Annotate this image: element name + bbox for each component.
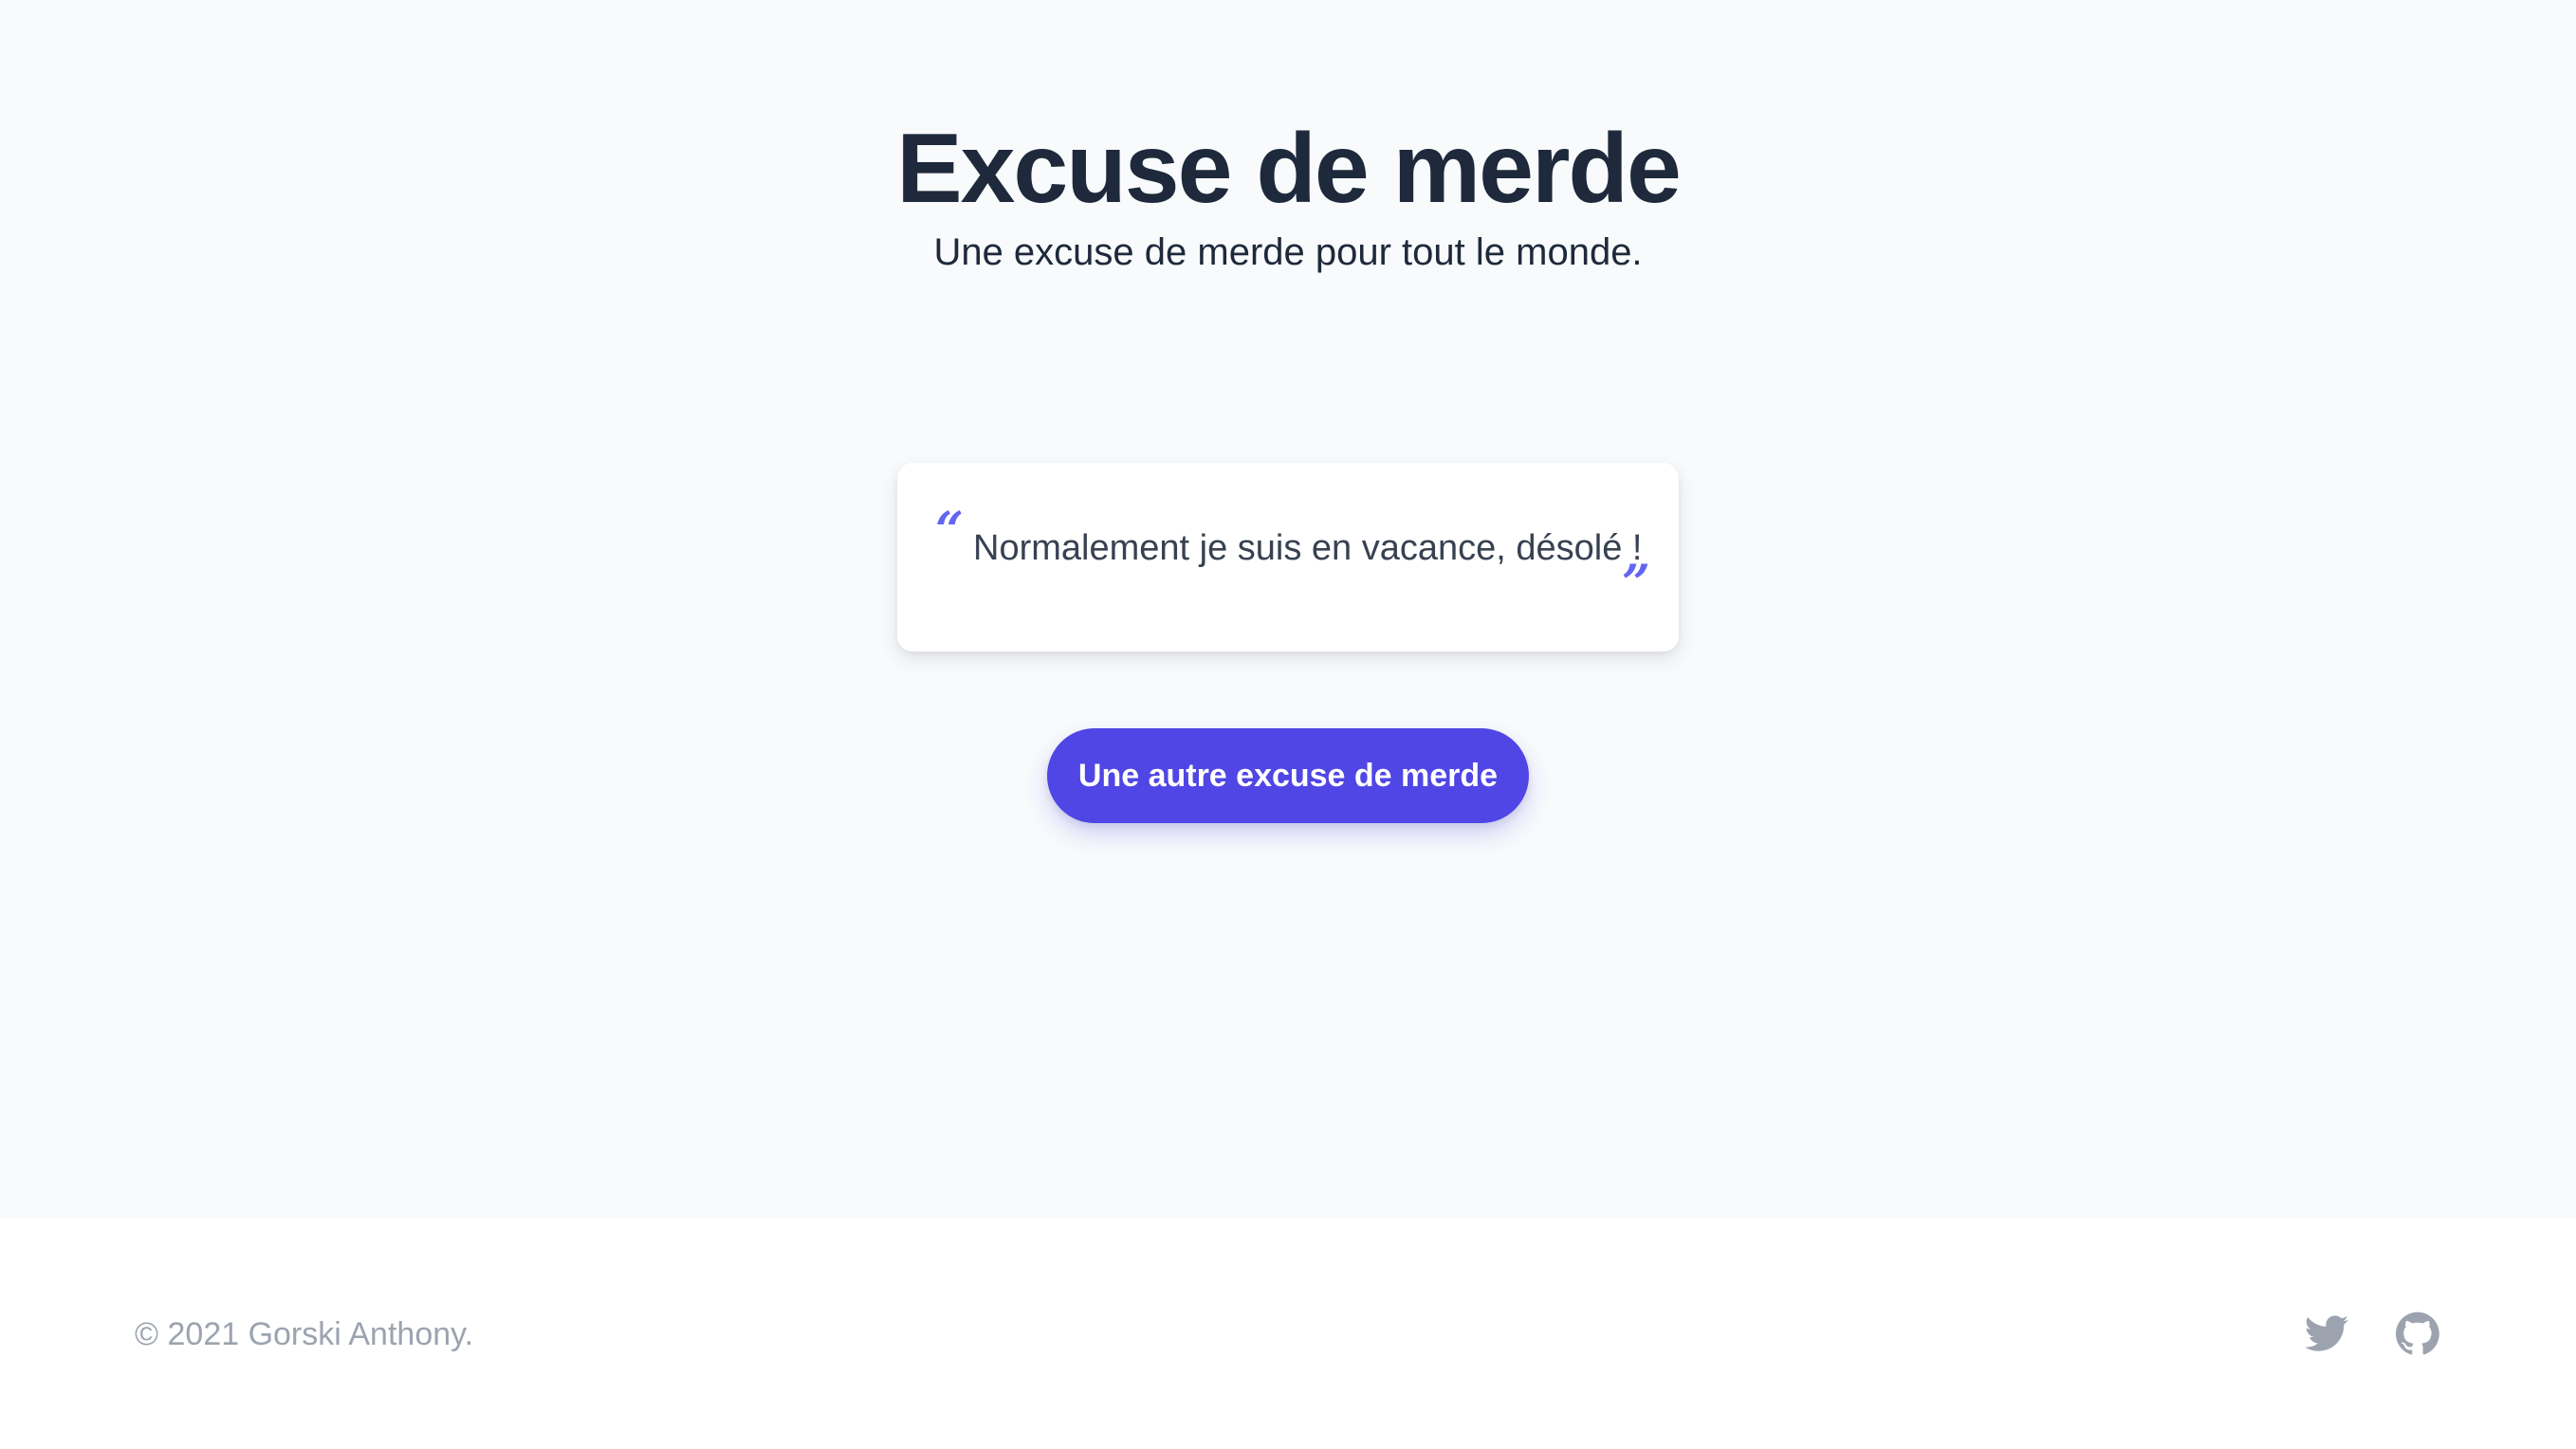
github-link[interactable] [2396, 1311, 2439, 1355]
copyright-text: © 2021 Gorski Anthony. [135, 1316, 474, 1352]
github-icon [2396, 1311, 2439, 1355]
excuse-card: “ Normalement je suis en vacance, désolé… [897, 463, 1679, 651]
twitter-link[interactable] [2305, 1311, 2348, 1355]
close-quote-icon: ” [1622, 555, 1650, 613]
page-subtitle: Une excuse de merde pour tout le monde. [933, 231, 1643, 273]
another-excuse-button[interactable]: Une autre excuse de merde [1047, 728, 1529, 823]
twitter-icon [2305, 1315, 2348, 1351]
page-title: Excuse de merde [896, 114, 1682, 224]
footer: © 2021 Gorski Anthony. [0, 1219, 2576, 1449]
open-quote-icon: “ [935, 502, 964, 559]
excuse-text: Normalement je suis en vacance, désolé ! [973, 528, 1643, 568]
main-section: Excuse de merde Une excuse de merde pour… [0, 0, 2576, 1219]
